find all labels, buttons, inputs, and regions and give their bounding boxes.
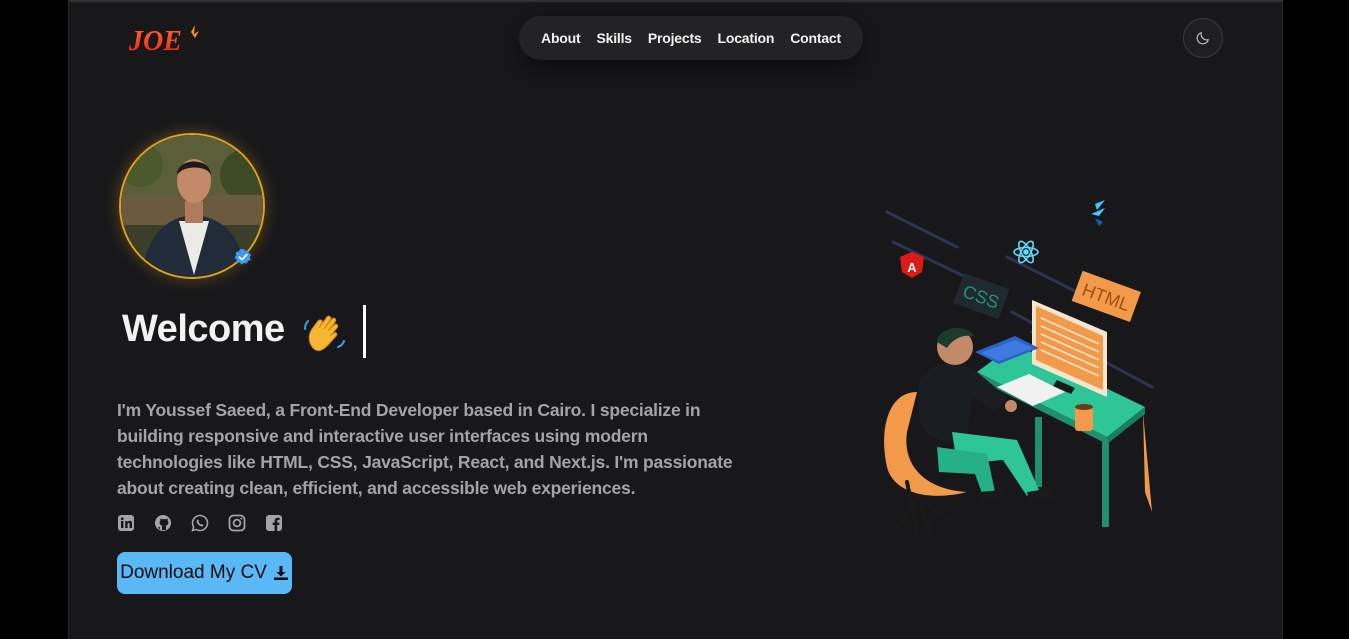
moon-icon <box>1196 32 1209 45</box>
social-links <box>117 514 283 532</box>
welcome-heading: Welcome <box>122 308 285 350</box>
flutter-logo-icon <box>1091 200 1105 226</box>
page: JOE About Skills Projects Location Conta… <box>68 0 1283 639</box>
download-cv-button[interactable]: Download My CV <box>117 552 292 594</box>
linkedin-icon[interactable] <box>117 514 135 532</box>
verified-badge-icon <box>234 248 252 265</box>
whatsapp-icon[interactable] <box>191 514 209 532</box>
nav-item-projects[interactable]: Projects <box>648 30 702 46</box>
waving-hand-icon <box>304 315 345 352</box>
nav-item-about[interactable]: About <box>541 30 581 46</box>
nav-item-skills[interactable]: Skills <box>596 30 632 46</box>
facebook-icon[interactable] <box>265 514 283 532</box>
github-icon[interactable] <box>154 514 172 532</box>
svg-text:JOE: JOE <box>129 26 182 56</box>
bio-text: I'm Youssef Saeed, a Front-End Developer… <box>117 399 733 498</box>
theme-toggle-button[interactable] <box>1183 18 1223 58</box>
site-logo[interactable]: JOE <box>129 22 201 56</box>
typing-cursor <box>363 305 366 358</box>
angular-logo-icon: A <box>900 252 924 278</box>
download-icon <box>273 566 288 580</box>
nav-item-location[interactable]: Location <box>718 30 775 46</box>
css-sign: CSS <box>953 272 1010 320</box>
main-nav: About Skills Projects Location Contact <box>519 16 863 60</box>
html-sign: HTML <box>1071 270 1141 323</box>
download-cv-label: Download My CV <box>120 562 267 583</box>
instagram-icon[interactable] <box>228 514 246 532</box>
developer-illustration: A CSS HTML JS TS <box>884 200 1154 539</box>
nav-item-contact[interactable]: Contact <box>790 30 841 46</box>
svg-text:A: A <box>907 260 917 275</box>
